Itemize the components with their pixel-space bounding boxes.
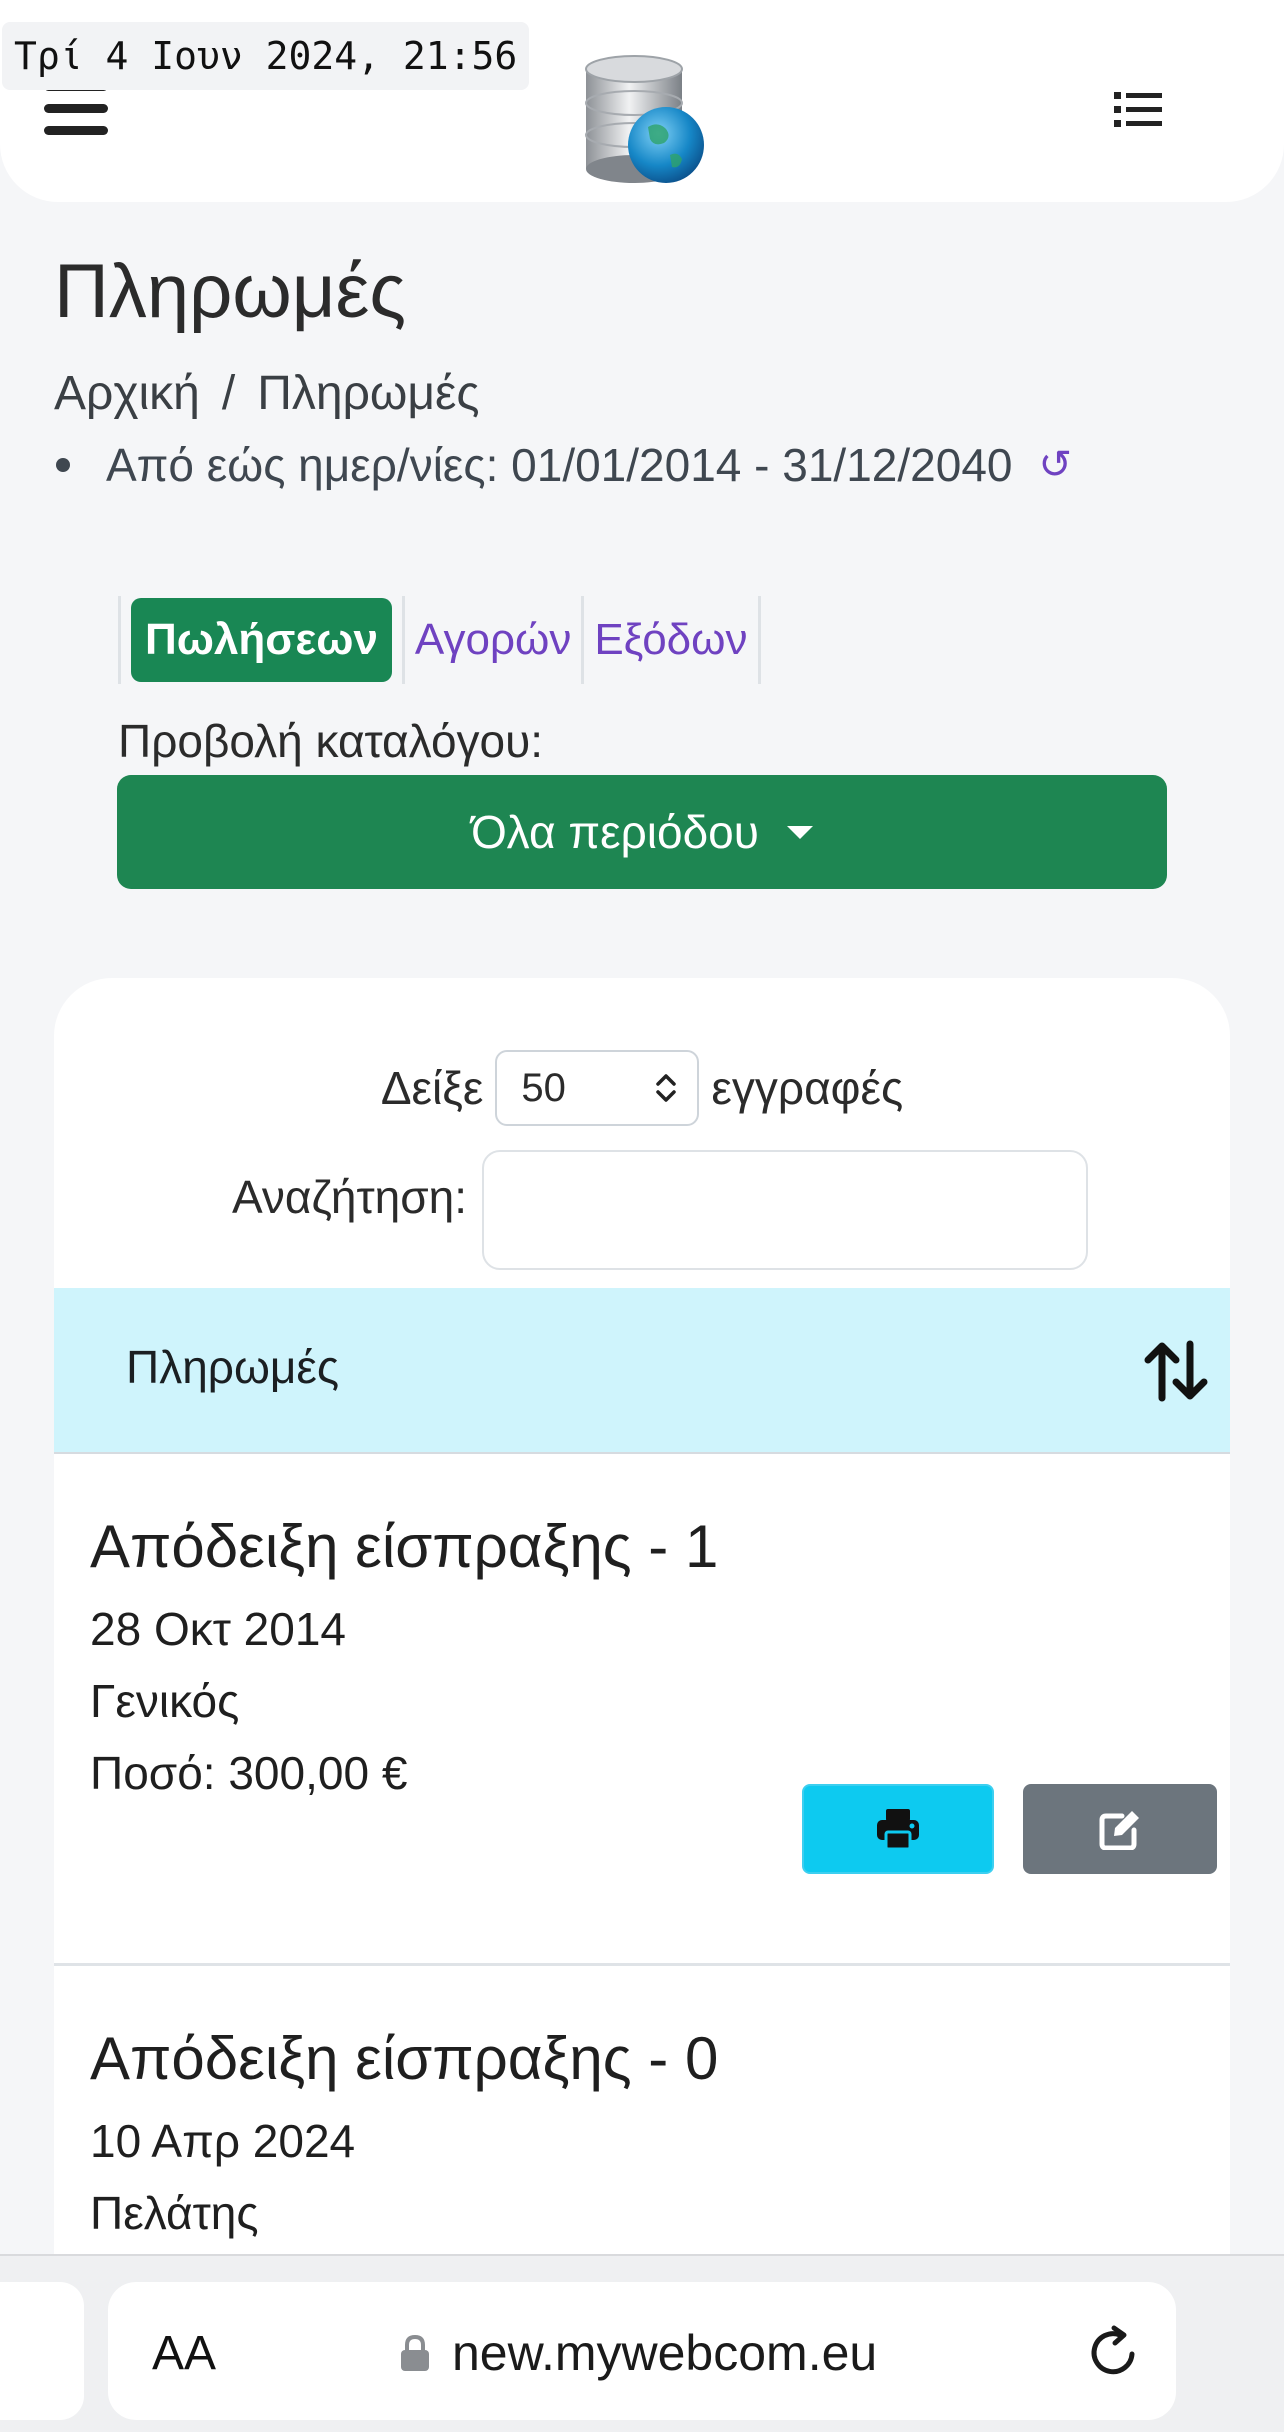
receipt-party: Γενικός (90, 1675, 240, 1727)
table-row: Απόδειξη είσπραξης - 1 28 Οκτ 2014 Γενικ… (54, 1454, 1230, 1966)
url-text: new.mywebcom.eu (452, 2325, 878, 2381)
period-dropdown-label: Όλα περιόδου (471, 806, 759, 858)
receipt-date: 10 Απρ 2024 (90, 2115, 356, 2167)
page-length-value: 50 (521, 1065, 566, 1110)
reset-date-icon[interactable]: ↺ (1038, 442, 1072, 488)
edit-icon (1099, 1811, 1139, 1850)
print-button[interactable] (802, 1784, 994, 1874)
url-bar[interactable]: AA new.mywebcom.eu (108, 2282, 1176, 2420)
period-dropdown-button[interactable]: Όλα περιόδου (117, 775, 1167, 889)
browser-address-bar: AA new.mywebcom.eu (0, 2254, 1284, 2432)
length-suffix: εγγραφές (711, 1062, 904, 1114)
reload-icon[interactable] (1086, 2324, 1142, 2380)
previous-tab-stub[interactable] (0, 2282, 84, 2420)
breadcrumb-current: Πληρωμές (257, 367, 480, 420)
sort-icon[interactable] (1144, 1338, 1208, 1404)
bullet-icon (56, 458, 70, 472)
receipt-amount: Ποσό: 300,00 € (90, 1747, 408, 1799)
search-label: Αναζήτηση: (232, 1171, 467, 1223)
receipt-date: 28 Οκτ 2014 (90, 1603, 347, 1655)
hamburger-menu-icon[interactable] (44, 82, 108, 136)
receipt-title: Απόδειξη είσπραξης - 0 (90, 2025, 719, 2092)
table-header[interactable]: Πληρωμές (54, 1288, 1230, 1454)
payment-type-tabs: Πωλήσεων Αγορών Εξόδων (118, 595, 761, 685)
receipt-title: Απόδειξη είσπραξης - 1 (90, 1513, 719, 1580)
timestamp-overlay: Τρί 4 Ιουν 2024, 21:56 (2, 22, 530, 90)
view-catalog-label: Προβολή καταλόγου: (118, 715, 544, 767)
payments-table-card: Δείξε 50 εγγραφές Αναζήτηση: Πληρωμές Απ… (54, 978, 1230, 2432)
edit-button[interactable] (1023, 1784, 1217, 1874)
lock-icon (401, 2334, 429, 2371)
search-input[interactable] (482, 1150, 1088, 1270)
tab-purchases-label: Αγορών (414, 615, 572, 664)
date-range-item: Από εώς ημερ/νίες: 01/01/2014 - 31/12/20… (54, 438, 1072, 492)
database-globe-logo[interactable] (578, 55, 710, 190)
tab-sales-label: Πωλήσεων (131, 598, 392, 682)
page-length-control: Δείξε 50 εγγραφές (54, 1050, 1230, 1126)
text-size-label: AA (152, 2327, 217, 2380)
column-header-payments: Πληρωμές (126, 1341, 340, 1393)
breadcrumb: Αρχική / Πληρωμές (54, 366, 480, 421)
list-icon[interactable] (1114, 90, 1162, 130)
page-title: Πληρωμές (54, 249, 407, 334)
tab-sales[interactable]: Πωλήσεων (118, 596, 405, 684)
print-icon (877, 1809, 919, 1850)
breadcrumb-home-link[interactable]: Αρχική (54, 367, 200, 420)
receipt-party: Πελάτης (90, 2187, 259, 2239)
url-display[interactable]: new.mywebcom.eu (400, 2324, 877, 2382)
select-updown-icon (656, 1074, 677, 1102)
caret-down-icon (786, 825, 813, 839)
app-header: Τρί 4 Ιουν 2024, 21:56 (0, 0, 1284, 202)
breadcrumb-separator: / (221, 367, 236, 420)
text-size-button[interactable]: AA (152, 2326, 216, 2381)
tab-expenses-label: Εξόδων (594, 615, 748, 664)
page-length-select[interactable]: 50 (495, 1050, 700, 1126)
tab-purchases[interactable]: Αγορών (405, 596, 585, 684)
length-prefix: Δείξε (380, 1062, 484, 1114)
tab-expenses[interactable]: Εξόδων (584, 596, 761, 684)
date-range-text: Από εώς ημερ/νίες: 01/01/2014 - 31/12/20… (106, 439, 1013, 491)
